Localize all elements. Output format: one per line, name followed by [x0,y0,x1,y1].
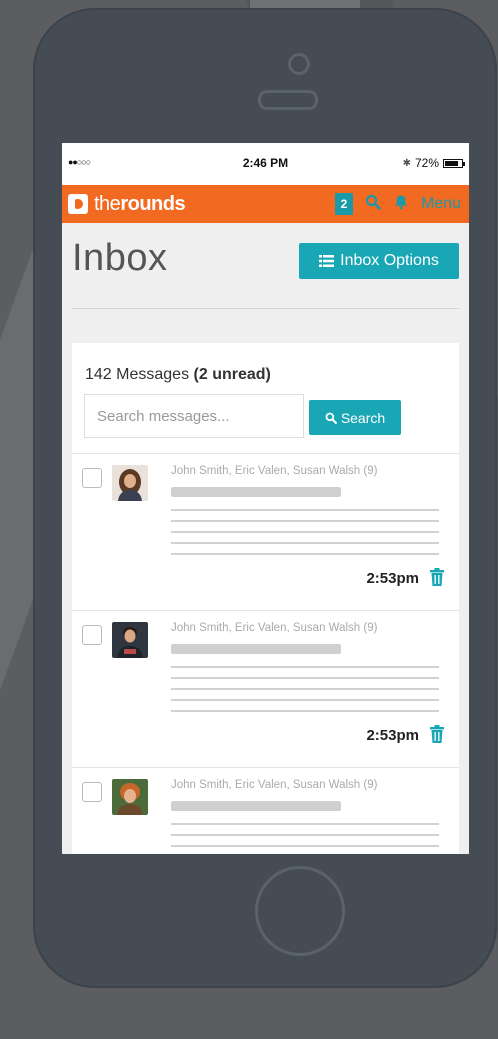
search-placeholder: Search messages... [97,407,230,425]
message-subject-placeholder [171,487,341,497]
message-preview-line [171,677,439,679]
message-preview-line [171,710,439,712]
search-input[interactable]: Search messages... [84,394,304,438]
status-right: ✱ 72% [402,156,465,170]
message-count: 142 Messages (2 unread) [85,366,271,384]
inbox-options-button[interactable]: Inbox Options [299,243,459,279]
message-checkbox[interactable] [82,782,102,802]
message-row[interactable]: John Smith, Eric Valen, Susan Walsh (9) [72,767,459,854]
status-bar: ●●○○○ 2:46 PM ✱ 72% [62,143,469,185]
message-time: 2:53pm [366,727,419,744]
logo-icon [68,194,88,214]
top-navbar: therounds 2 Menu [62,185,469,223]
search-button[interactable]: Search [309,400,401,435]
message-preview-line [171,542,439,544]
bluetooth-icon: ✱ [402,157,411,169]
message-preview-line [171,699,439,701]
page-title: Inbox [72,237,168,279]
list-icon [319,255,335,267]
message-from: John Smith, Eric Valen, Susan Walsh (9) [171,622,378,634]
home-button[interactable] [255,866,345,956]
message-preview-line [171,531,439,533]
message-preview-line [171,688,439,690]
avatar [112,779,148,815]
battery-percent: 72% [414,156,439,170]
inbox-panel: 142 Messages (2 unread) Search messages.… [72,343,459,854]
notification-badge[interactable]: 2 [334,193,353,215]
inbox-options-label: Inbox Options [340,252,439,269]
message-from: John Smith, Eric Valen, Susan Walsh (9) [171,779,378,791]
avatar [112,622,148,658]
message-time: 2:53pm [366,570,419,587]
message-preview-line [171,553,439,555]
message-preview-line [171,509,439,511]
battery-icon [443,158,465,168]
message-subject-placeholder [171,644,341,654]
camera-icon [288,53,310,75]
message-row[interactable]: John Smith, Eric Valen, Susan Walsh (9) … [72,453,459,610]
nav-actions: 2 Menu [334,185,461,223]
message-checkbox[interactable] [82,468,102,488]
app-logo[interactable]: therounds [94,192,186,216]
page-header: Inbox Inbox Options [72,223,459,309]
trash-icon[interactable] [429,725,445,743]
search-icon [325,412,337,424]
message-preview-line [171,823,439,825]
search-icon[interactable] [365,194,381,215]
message-preview-line [171,845,439,847]
search-button-label: Search [340,409,386,426]
menu-link[interactable]: Menu [421,195,461,213]
trash-icon[interactable] [429,568,445,586]
message-count-total: 142 Messages [85,366,190,383]
bell-icon[interactable] [393,194,409,215]
message-preview-line [171,834,439,836]
avatar [112,465,148,501]
message-preview-line [171,520,439,522]
message-row[interactable]: John Smith, Eric Valen, Susan Walsh (9) … [72,610,459,767]
phone-screen: ●●○○○ 2:46 PM ✱ 72% therounds 2 Menu Inb… [62,143,469,854]
message-preview-line [171,666,439,668]
message-checkbox[interactable] [82,625,102,645]
message-count-unread: (2 unread) [193,366,271,383]
message-subject-placeholder [171,801,341,811]
logo-text-light: the [94,192,121,215]
speaker-grille [258,90,318,110]
message-from: John Smith, Eric Valen, Susan Walsh (9) [171,465,378,477]
logo-text-bold: rounds [120,192,186,215]
